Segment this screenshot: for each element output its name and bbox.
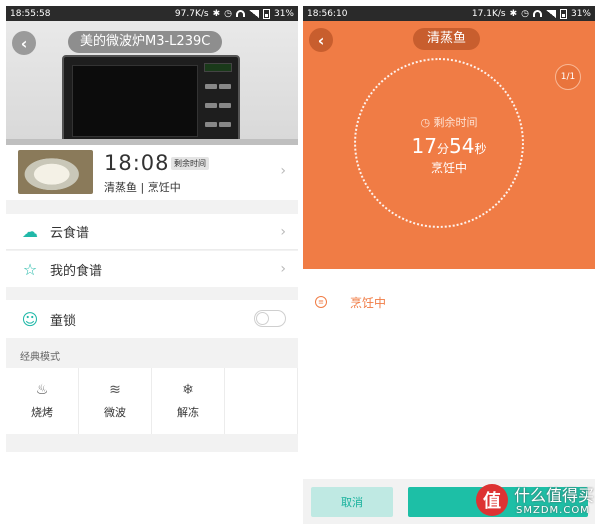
chevron-left-icon: ‹ [20,33,28,53]
progress-header: 18:56:10 17.1K/s ✱ ◷ 31% ‹ 清蒸鱼 1/1 ◷ 剩余时… [303,6,595,269]
chevron-right-icon: › [280,261,286,277]
device-hero: ‹ 美的微波炉M3-L239C [6,21,298,165]
microwave-image [62,55,240,165]
baby-face-icon: ☺ [21,309,39,329]
bluetooth-icon: ✱ [509,8,518,19]
grill-icon: ♨ [35,382,49,398]
remaining-time-tag: 剩余时间 [171,157,209,170]
step-status-icon: ≡ [315,296,327,308]
section-title: 经典模式 [20,352,60,363]
cloud-icon: ☁ [22,222,38,241]
menu-item-my-recipes[interactable]: ☆ 我的食谱 › [6,251,298,287]
wifi-icon [532,10,542,17]
remaining-countdown: 17分54秒 [411,134,487,158]
status-time: 18:56:10 [307,8,348,19]
network-speed: 17.1K/s [471,8,506,19]
cancel-button[interactable]: 取消 [311,487,393,517]
mode-grill[interactable]: ♨ 烧烤 [6,368,79,434]
chevron-right-icon: › [280,163,286,179]
watermark-text: 什么值得买 [514,486,595,505]
wifi-icon [235,10,245,17]
cooking-state: 烹饪中 [147,181,181,194]
network-speed: 97.7K/s [174,8,209,19]
cooking-progress-screen: 18:56:10 17.1K/s ✱ ◷ 31% ‹ 清蒸鱼 1/1 ◷ 剩余时… [303,6,595,524]
cooking-state: 烹饪中 [430,161,467,175]
battery-icon [262,8,270,19]
remaining-label: 剩余时间 [433,116,478,129]
chevron-left-icon: ‹ [317,30,325,50]
mode-defrost[interactable]: ❄ 解冻 [152,368,225,434]
watermark-logo: 值 [476,484,508,516]
signal-icon [248,9,259,18]
mode-empty-slot [225,368,298,434]
star-icon: ☆ [22,259,38,279]
site-watermark: 值 什么值得买 SMZDM.COM [476,478,595,522]
step-list: ≡ 烹饪中 [303,269,595,479]
classic-modes-grid: ♨ 烧烤 ≋ 微波 ❄ 解冻 [6,368,298,434]
watermark-domain: SMZDM.COM [516,505,590,516]
menu-item-label: 云食谱 [50,226,90,241]
step-status-text: 烹饪中 [350,296,387,310]
signal-icon [545,9,556,18]
child-lock-label: 童锁 [50,313,77,329]
child-lock-row: ☺ 童锁 [6,300,298,338]
menu-item-label: 我的食谱 [50,263,103,279]
back-button[interactable]: ‹ [12,31,36,55]
dish-thumbnail [18,150,93,194]
dish-name: 清蒸鱼 [104,181,137,194]
battery-percent: 31% [273,8,294,19]
back-button[interactable]: ‹ [309,28,333,52]
battery-icon [559,8,567,19]
page-indicator[interactable]: 1/1 [555,64,581,90]
status-time: 18:55:58 [10,8,51,19]
mode-microwave[interactable]: ≋ 微波 [79,368,152,434]
battery-percent: 31% [570,8,591,19]
clock-icon: ◷ [420,116,434,129]
snowflake-icon: ❄ [182,382,194,398]
bluetooth-icon: ✱ [212,8,221,19]
status-bar: 18:56:10 17.1K/s ✱ ◷ 31% [303,6,595,21]
chevron-right-icon: › [280,224,286,240]
recipe-title: 清蒸鱼 [413,28,481,50]
alarm-icon: ◷ [224,8,232,19]
microwave-control-panel [204,63,234,165]
remaining-time: 18:08 [104,151,170,175]
alarm-icon: ◷ [521,8,529,19]
device-model-title: 美的微波炉M3-L239C [68,31,223,53]
cooking-status-card[interactable]: 18:08 剩余时间 清蒸鱼 | 烹饪中 › [6,145,298,200]
status-bar: 18:55:58 97.7K/s ✱ ◷ 31% [6,6,298,21]
device-control-screen: 18:55:58 97.7K/s ✱ ◷ 31% ‹ 美的微波炉M3-L239C [6,6,298,524]
menu-item-cloud-recipes[interactable]: ☁ 云食谱 › [6,214,298,250]
microwave-window [72,65,198,137]
microwave-wave-icon: ≋ [109,382,121,398]
child-lock-toggle[interactable] [254,310,286,327]
screenshot-stage: 18:55:58 97.7K/s ✱ ◷ 31% ‹ 美的微波炉M3-L239C [0,0,600,530]
